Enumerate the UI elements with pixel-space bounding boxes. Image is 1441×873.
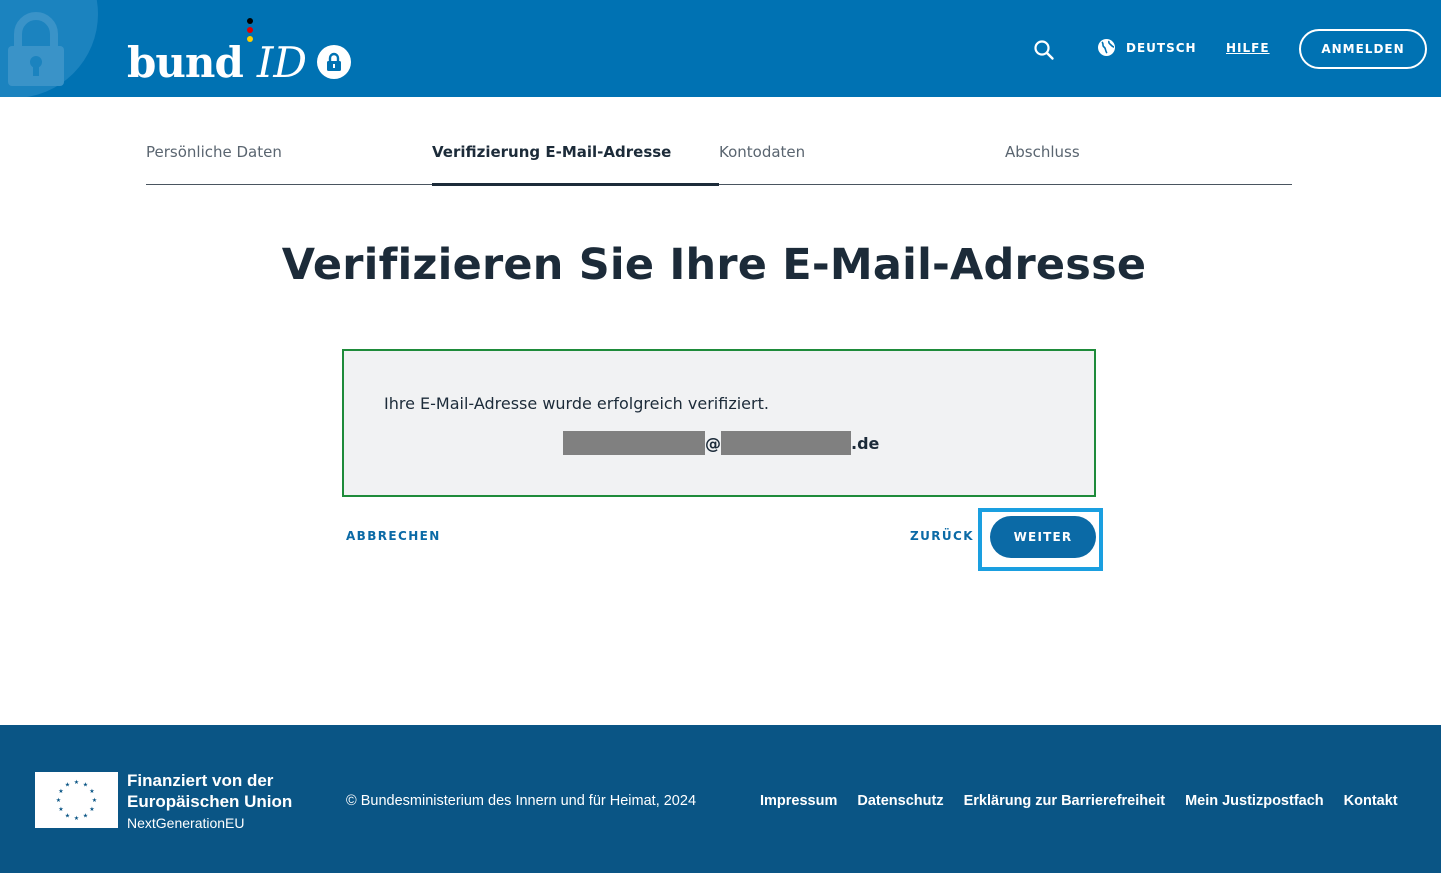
- svg-text:★: ★: [58, 788, 63, 795]
- eu-funding-line3: NextGenerationEU: [127, 815, 245, 831]
- globe-icon: [1098, 39, 1115, 56]
- svg-text:★: ★: [65, 782, 70, 789]
- svg-text:★: ★: [89, 806, 94, 813]
- footer-link-kontakt[interactable]: Kontakt: [1344, 793, 1398, 809]
- svg-text:★: ★: [83, 813, 88, 820]
- svg-text:★: ★: [92, 797, 97, 804]
- footer-link-datenschutz[interactable]: Datenschutz: [857, 793, 943, 809]
- svg-text:★: ★: [74, 815, 79, 822]
- footer-link-justizpostfach[interactable]: Mein Justizpostfach: [1185, 793, 1324, 809]
- eu-flag-icon: ★ ★ ★ ★ ★ ★ ★ ★ ★ ★ ★ ★: [35, 772, 118, 828]
- success-message-box: Ihre E-Mail-Adresse wurde erfolgreich ve…: [342, 349, 1096, 497]
- eu-funding-text: Finanziert von der Europäischen Union Ne…: [127, 770, 292, 834]
- svg-text:★: ★: [74, 779, 79, 786]
- lock-decoration-icon: [8, 12, 64, 86]
- verified-email: @ .de: [563, 430, 879, 456]
- logo-wordmark-id: ID: [256, 38, 308, 87]
- logo-flag-dots: [243, 18, 257, 84]
- language-label: DEUTSCH: [1126, 40, 1197, 55]
- step-completion: Abschluss: [1005, 143, 1080, 161]
- site-footer: ★ ★ ★ ★ ★ ★ ★ ★ ★ ★ ★ ★ Finanziert von d…: [0, 725, 1441, 873]
- logo-lock-icon: [317, 45, 352, 79]
- footer-links: Impressum Datenschutz Erklärung zur Barr…: [760, 793, 1398, 809]
- svg-text:★: ★: [83, 782, 88, 789]
- eu-funding-line2: Europäischen Union: [127, 792, 293, 811]
- eu-funding-line1: Finanziert von der: [127, 771, 274, 790]
- step-email-verification: Verifizierung E-Mail-Adresse: [432, 130, 719, 186]
- login-button[interactable]: ANMELDEN: [1299, 29, 1427, 69]
- step-personal-data: Persönliche Daten: [146, 143, 282, 161]
- email-at-sign: @: [705, 433, 721, 453]
- language-selector[interactable]: DEUTSCH: [1097, 38, 1197, 57]
- help-link[interactable]: HILFE: [1226, 41, 1270, 55]
- site-header: bund ID DEUTSCH HILFE ANMELDEN: [0, 0, 1441, 97]
- svg-text:★: ★: [65, 813, 70, 820]
- email-tld: .de: [851, 433, 880, 453]
- back-button[interactable]: ZURÜCK: [910, 529, 974, 543]
- footer-link-barrierefreiheit[interactable]: Erklärung zur Barrierefreiheit: [964, 793, 1165, 809]
- cancel-button[interactable]: ABBRECHEN: [346, 529, 441, 543]
- redacted-email-local-part: [563, 431, 705, 455]
- copyright-notice: © Bundesministerium des Innern und für H…: [346, 793, 697, 809]
- progress-stepper: Persönliche Daten Verifizierung E-Mail-A…: [146, 130, 1292, 186]
- svg-text:★: ★: [89, 788, 94, 795]
- bundid-logo[interactable]: bund ID: [127, 18, 352, 87]
- redacted-email-domain: [721, 431, 851, 455]
- logo-wordmark-bund: bund: [127, 38, 244, 87]
- success-message: Ihre E-Mail-Adresse wurde erfolgreich ve…: [384, 394, 769, 413]
- svg-text:★: ★: [58, 806, 63, 813]
- footer-link-impressum[interactable]: Impressum: [760, 793, 837, 809]
- search-icon[interactable]: [1033, 39, 1055, 61]
- next-button[interactable]: WEITER: [990, 516, 1096, 558]
- svg-text:★: ★: [56, 797, 61, 804]
- page-title: Verifizieren Sie Ihre E-Mail-Adresse: [281, 240, 1147, 290]
- step-account-data: Kontodaten: [719, 143, 806, 161]
